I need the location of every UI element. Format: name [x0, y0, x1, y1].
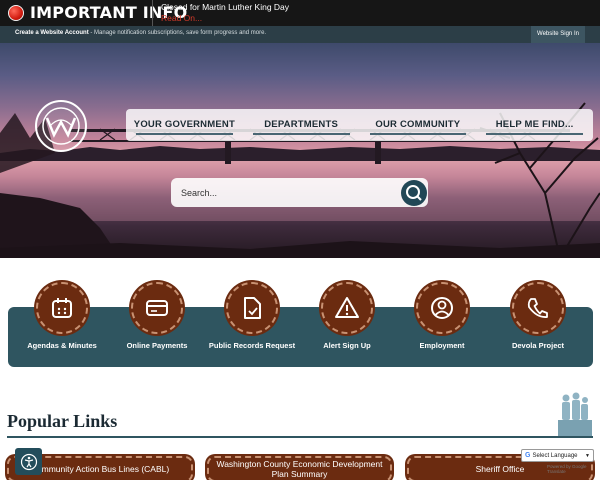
nav-departments[interactable]: DEPARTMENTS [243, 109, 360, 141]
language-select-label: Select Language [532, 452, 578, 459]
quick-link-alert-sign-up[interactable]: Alert Sign Up [297, 282, 397, 351]
quick-link-label: Devola Project [511, 341, 565, 350]
search-button[interactable] [401, 180, 427, 206]
quick-link-employment[interactable]: Employment [392, 282, 492, 351]
nav-label: HELP ME FIND... [495, 119, 574, 130]
nav-underline [252, 133, 350, 135]
read-on-link[interactable]: Read On... [161, 13, 202, 23]
county-logo[interactable] [35, 100, 87, 152]
language-select[interactable]: G Select Language ▼ [521, 449, 594, 462]
quick-link-circle [321, 282, 373, 334]
calendar-icon [52, 298, 72, 318]
quick-link-label: Online Payments [126, 341, 188, 350]
powered-by-translate: Powered by Google Translate [547, 464, 587, 474]
popular-links-divider [7, 436, 593, 438]
quick-link-circle [512, 282, 564, 334]
nav-underline [136, 133, 233, 135]
quick-link-circle [416, 282, 468, 334]
nav-your-government[interactable]: YOUR GOVERNMENT [126, 109, 243, 141]
search-box [171, 178, 428, 207]
search-input[interactable] [181, 185, 391, 200]
hero-banner: YOUR GOVERNMENT DEPARTMENTS OUR COMMUNIT… [0, 43, 600, 258]
statue-graphic [558, 392, 592, 436]
nav-label: YOUR GOVERNMENT [133, 119, 235, 130]
nav-label: DEPARTMENTS [264, 119, 339, 130]
google-translate-icon: G [525, 452, 531, 459]
quick-link-online-payments[interactable]: Online Payments [107, 282, 207, 351]
accessibility-button[interactable] [15, 448, 42, 475]
quick-link-public-records[interactable]: Public Records Request [202, 282, 302, 351]
quick-link-label: Alert Sign Up [323, 341, 371, 350]
important-info-bar: IMPORTANT INFO Closed for Martin Luther … [0, 0, 600, 26]
nav-underline [369, 133, 467, 135]
quick-link-circle [131, 282, 183, 334]
alert-message: Closed for Martin Luther King Day [161, 2, 290, 12]
account-bar: Create a Website Account - Manage notifi… [0, 26, 600, 43]
quick-link-label: Agendas & Minutes [27, 341, 97, 350]
create-account-link[interactable]: Create a Website Account [15, 30, 89, 36]
chevron-down-icon: ▼ [585, 452, 590, 459]
quick-link-devola-project[interactable]: Devola Project [488, 282, 588, 351]
alert-divider [152, 0, 153, 26]
nav-label: OUR COMMUNITY [375, 119, 461, 130]
account-description: - Manage notification subscriptions, sav… [88, 30, 267, 36]
credit-card-icon [146, 300, 168, 316]
quick-link-agendas[interactable]: Agendas & Minutes [12, 282, 112, 351]
document-icon [244, 297, 261, 319]
phone-icon [527, 298, 548, 318]
popular-link-economic-development[interactable]: Washington County Economic Development P… [207, 456, 392, 480]
search-icon [406, 185, 422, 201]
sunset-bridge-image [0, 102, 600, 258]
county-seal-icon [42, 107, 80, 145]
account-text: Create a Website Account - Manage notifi… [15, 30, 266, 36]
popular-links-heading: Popular Links [7, 411, 118, 431]
quick-link-circle [226, 282, 278, 334]
person-icon [431, 297, 453, 319]
nav-underline [486, 133, 583, 135]
quick-link-label: Public Records Request [208, 341, 296, 350]
nav-help-me-find[interactable]: HELP ME FIND... [476, 109, 593, 141]
nav-our-community[interactable]: OUR COMMUNITY [360, 109, 477, 141]
alert-icon [8, 5, 24, 21]
website-sign-in-button[interactable]: Website Sign In [531, 26, 585, 43]
quick-link-circle [36, 282, 88, 334]
quick-link-label: Employment [419, 341, 465, 350]
accessibility-icon [20, 453, 37, 470]
main-navigation: YOUR GOVERNMENT DEPARTMENTS OUR COMMUNIT… [126, 109, 593, 141]
warning-icon [335, 297, 359, 318]
